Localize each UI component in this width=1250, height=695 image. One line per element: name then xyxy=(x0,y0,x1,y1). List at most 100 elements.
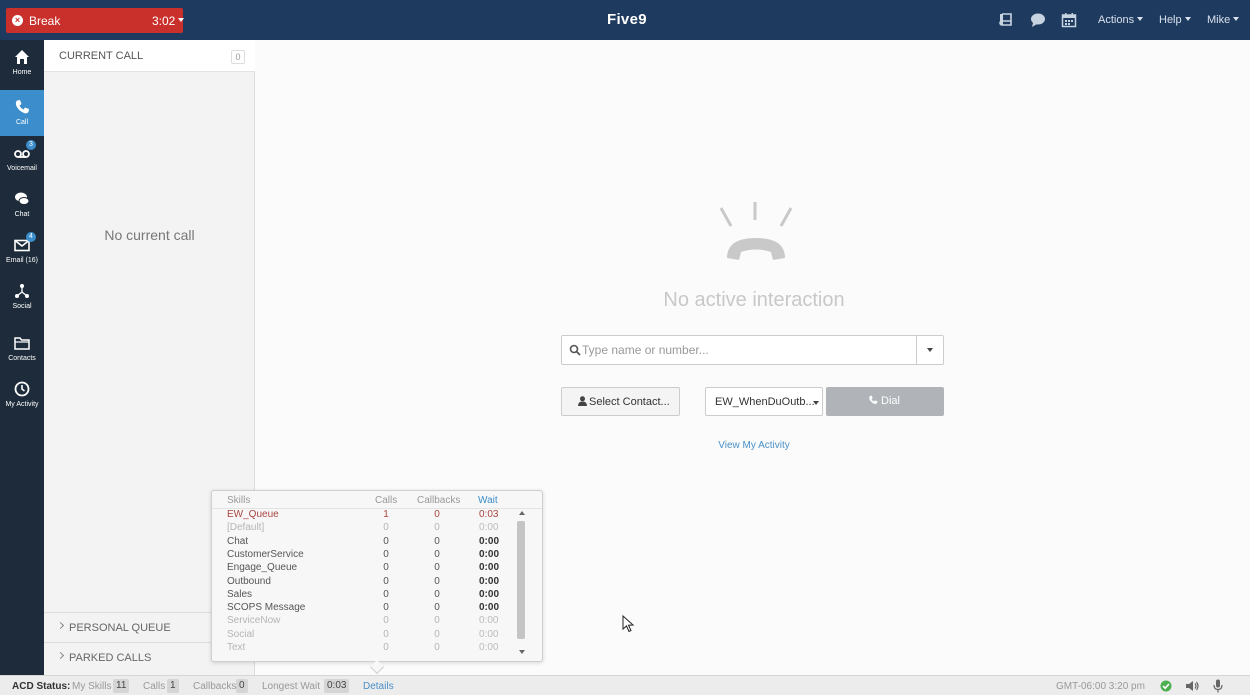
book-icon[interactable] xyxy=(998,12,1014,28)
header-calls[interactable]: Calls xyxy=(375,495,397,506)
skill-name: Text xyxy=(227,642,246,653)
current-call-count: 0 xyxy=(231,50,245,64)
dial-search-box xyxy=(561,335,944,365)
current-call-title: CURRENT CALL xyxy=(59,50,144,62)
search-dropdown-button[interactable] xyxy=(916,336,944,364)
nav-label: Home xyxy=(12,69,32,76)
skill-name: [Default] xyxy=(227,522,265,534)
dial-button[interactable]: Dial xyxy=(826,387,944,416)
header-wait[interactable]: Wait xyxy=(478,495,498,506)
skill-row[interactable]: Chat 0 0 0:00 xyxy=(212,536,522,549)
skill-row[interactable]: [Default] 0 0 0:00 xyxy=(212,522,522,535)
chevron-down-icon xyxy=(813,401,819,405)
select-contact-label: Select Contact... xyxy=(589,396,670,408)
section-label: PERSONAL QUEUE xyxy=(69,622,171,634)
skills-scrollbar[interactable] xyxy=(517,521,525,639)
skill-callbacks: 0 xyxy=(434,615,440,627)
skill-name: CustomerService xyxy=(227,548,304,560)
nav-label: Social xyxy=(12,303,32,310)
skill-wait: 0:00 xyxy=(479,588,500,600)
current-call-header: CURRENT CALL 0 xyxy=(44,40,255,72)
skill-callbacks: 0 xyxy=(434,522,440,534)
break-timer: 3:02 xyxy=(152,14,176,28)
left-nav: Home Call 3 Voicemail Chat 4 Email (16) xyxy=(0,40,44,675)
nav-item-voicemail[interactable]: 3 Voicemail xyxy=(0,136,44,182)
nav-item-my-activity[interactable]: My Activity xyxy=(0,372,44,418)
skill-calls: 0 xyxy=(383,575,389,587)
calls-count: 1 xyxy=(167,679,179,693)
acd-status-label: ACD Status: xyxy=(12,681,71,692)
skill-calls: 0 xyxy=(383,602,389,614)
break-label: Break xyxy=(29,14,61,28)
header-callbacks[interactable]: Callbacks xyxy=(417,495,460,506)
view-my-activity-link[interactable]: View My Activity xyxy=(560,440,948,451)
chevron-down-icon xyxy=(1137,17,1144,21)
my-skills-label: My Skills xyxy=(72,681,112,692)
chevron-down-icon xyxy=(1233,17,1240,21)
skill-calls: 0 xyxy=(383,535,389,547)
chevron-right-icon xyxy=(56,621,65,630)
skill-calls: 0 xyxy=(383,588,389,600)
skill-row[interactable]: Engage_Queue 0 0 0:00 xyxy=(212,562,522,575)
timezone-clock: GMT-06:00 3:20 pm xyxy=(1056,681,1145,692)
dial-label: Dial xyxy=(881,395,900,407)
help-menu[interactable]: Help xyxy=(1159,14,1191,26)
nav-label: Contacts xyxy=(8,355,36,362)
home-icon xyxy=(15,50,29,64)
skill-row[interactable]: ServiceNow 0 0 0:00 xyxy=(212,615,522,628)
skill-name: Sales xyxy=(227,588,253,600)
nav-item-social[interactable]: Social xyxy=(0,274,44,320)
skill-row[interactable]: Social 0 0 0:00 xyxy=(212,629,522,642)
break-status-button[interactable]: × Break 3:02 xyxy=(6,8,184,33)
skill-select-value: EW_WhenDuOutb... xyxy=(715,396,815,408)
select-contact-button[interactable]: Select Contact... xyxy=(561,387,680,416)
skill-row[interactable]: SCOPS Message 0 0 0:00 xyxy=(212,602,522,615)
skill-select[interactable]: EW_WhenDuOutb... xyxy=(705,387,823,416)
folder-icon xyxy=(14,337,30,350)
nav-item-email[interactable]: 4 Email (16) xyxy=(0,228,44,274)
skill-row[interactable]: Sales 0 0 0:00 xyxy=(212,589,522,602)
skill-row[interactable]: EW_Queue 1 0 0:03 xyxy=(212,509,522,522)
header-skills[interactable]: Skills xyxy=(227,495,250,506)
search-input[interactable] xyxy=(582,340,912,360)
microphone-icon[interactable] xyxy=(1213,679,1223,693)
skill-callbacks: 0 xyxy=(434,562,440,574)
chevron-down-icon xyxy=(1184,17,1191,21)
skill-row[interactable]: Outbound 0 0 0:00 xyxy=(212,576,522,589)
skill-calls: 0 xyxy=(383,642,389,653)
nav-label: Call xyxy=(15,119,29,126)
skill-calls: 0 xyxy=(383,562,389,574)
skill-calls: 0 xyxy=(383,522,389,534)
scroll-up-icon[interactable] xyxy=(519,511,525,515)
nav-item-home[interactable]: Home xyxy=(0,40,44,86)
nav-item-chat[interactable]: Chat xyxy=(0,182,44,228)
no-active-interaction-text: No active interaction xyxy=(663,289,845,311)
skill-calls: 0 xyxy=(383,628,389,640)
skill-wait: 0:00 xyxy=(479,642,499,653)
speaker-icon[interactable] xyxy=(1185,680,1199,692)
skill-callbacks: 0 xyxy=(434,588,440,600)
callbacks-label: Callbacks xyxy=(193,681,237,692)
actions-menu[interactable]: Actions xyxy=(1098,14,1144,26)
skill-wait: 0:00 xyxy=(479,548,500,560)
user-menu[interactable]: Mike xyxy=(1207,14,1240,26)
chevron-right-icon xyxy=(56,651,65,660)
skill-row[interactable]: CustomerService 0 0 0:00 xyxy=(212,549,522,562)
no-current-call-text: No current call xyxy=(104,227,195,243)
nav-item-call[interactable]: Call xyxy=(0,90,44,136)
details-link[interactable]: Details xyxy=(363,681,394,692)
longest-wait-value: 0:03 xyxy=(324,679,350,693)
top-bar: × Break 3:02 Five9 Actions Help Mike xyxy=(0,0,1250,40)
skill-wait: 0:00 xyxy=(479,535,500,547)
skill-calls: 1 xyxy=(383,509,389,520)
skill-row[interactable]: Text 0 0 0:00 xyxy=(212,642,522,655)
nav-label: My Activity xyxy=(5,401,39,408)
chat-bubble-icon[interactable] xyxy=(1030,12,1046,28)
calendar-icon[interactable] xyxy=(1061,12,1077,28)
skill-wait: 0:00 xyxy=(479,602,500,614)
scroll-down-icon[interactable] xyxy=(519,650,525,654)
nav-item-contacts[interactable]: Contacts xyxy=(0,326,44,372)
nav-label: Chat xyxy=(14,211,30,218)
skill-wait: 0:00 xyxy=(479,628,499,640)
skill-wait: 0:00 xyxy=(479,562,500,574)
